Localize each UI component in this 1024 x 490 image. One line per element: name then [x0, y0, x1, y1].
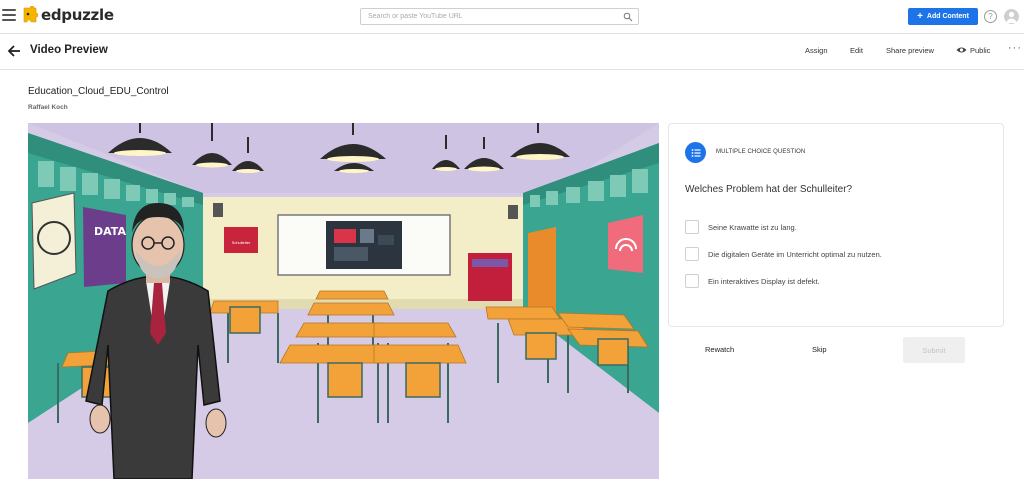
plus-icon: +	[917, 10, 923, 22]
answer-checkbox[interactable]	[685, 247, 699, 261]
question-card: MULTIPLE CHOICE QUESTION Welches Problem…	[668, 123, 1004, 327]
search-bar	[360, 8, 639, 25]
edpuzzle-logo[interactable]: edpuzzle	[22, 6, 114, 24]
assign-button[interactable]: Assign	[805, 46, 828, 55]
video-player[interactable]: Schulleiter DATA	[28, 123, 659, 479]
classroom-illustration: Schulleiter DATA	[28, 123, 659, 479]
visibility-toggle[interactable]: Public	[956, 46, 990, 55]
user-silhouette-icon	[1006, 11, 1017, 23]
poster-left-text: DATA	[94, 225, 126, 238]
page-title: Video Preview	[30, 44, 108, 56]
user-avatar[interactable]	[1004, 9, 1019, 24]
video-title: Education_Cloud_EDU_Control	[28, 86, 169, 97]
add-content-button[interactable]: + Add Content	[908, 8, 978, 25]
more-options-icon[interactable]: ···	[1008, 42, 1022, 54]
question-type-label: MULTIPLE CHOICE QUESTION	[716, 149, 806, 155]
submit-button[interactable]: Submit	[903, 337, 965, 363]
answer-option[interactable]: Die digitalen Geräte im Unterricht optim…	[685, 247, 882, 261]
video-author: Raffael Koch	[28, 104, 68, 111]
hamburger-menu-icon[interactable]	[2, 9, 16, 21]
answer-checkbox[interactable]	[685, 274, 699, 288]
list-icon	[691, 148, 700, 157]
share-preview-button[interactable]: Share preview	[886, 46, 934, 55]
back-arrow-icon[interactable]	[7, 44, 21, 58]
search-input[interactable]	[361, 9, 611, 24]
question-text: Welches Problem hat der Schulleiter?	[685, 184, 853, 195]
app-name: edpuzzle	[41, 6, 114, 24]
answer-checkbox[interactable]	[685, 220, 699, 234]
question-type-badge	[685, 142, 706, 163]
eye-icon	[956, 47, 967, 53]
answer-label: Die digitalen Geräte im Unterricht optim…	[708, 249, 882, 259]
skip-button[interactable]: Skip	[812, 345, 827, 354]
rewatch-button[interactable]: Rewatch	[705, 345, 734, 354]
answer-option[interactable]: Ein interaktives Display ist defekt.	[685, 274, 820, 288]
poster-sign-text: Schulleiter	[232, 240, 251, 245]
answer-label: Seine Krawatte ist zu lang.	[708, 222, 797, 232]
page-header: Video Preview Assign Edit Share preview …	[0, 34, 1024, 70]
add-content-label: Add Content	[926, 13, 969, 20]
answer-option[interactable]: Seine Krawatte ist zu lang.	[685, 220, 797, 234]
top-bar: edpuzzle + Add Content ?	[0, 0, 1024, 34]
search-icon[interactable]	[623, 12, 633, 22]
visibility-label: Public	[970, 46, 991, 55]
edit-button[interactable]: Edit	[850, 46, 863, 55]
help-icon[interactable]: ?	[984, 10, 997, 23]
answer-label: Ein interaktives Display ist defekt.	[708, 276, 820, 286]
puzzle-logo-icon	[23, 6, 38, 23]
